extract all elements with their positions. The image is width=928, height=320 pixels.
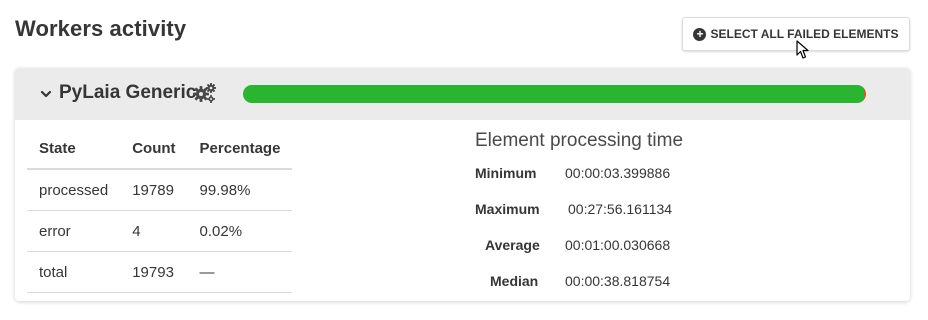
time-value: 00:00:03.399886	[565, 165, 671, 181]
column-header-count: Count	[120, 128, 188, 170]
worker-name: PyLaia Generic	[59, 82, 197, 103]
worker-card-header[interactable]: PyLaia Generic	[15, 68, 910, 120]
progress-processed-segment	[243, 85, 864, 103]
percentage-cell: 99.98%	[187, 169, 293, 211]
count-cell: 19793	[120, 251, 188, 293]
table-header-row: State Count Percentage	[27, 128, 293, 170]
column-header-state: State	[27, 128, 121, 170]
states-table: State Count Percentage processed 19789 9…	[27, 128, 293, 293]
chevron-down-icon[interactable]	[40, 88, 52, 100]
time-value: 00:01:00.030668	[565, 237, 671, 253]
time-value: 00:27:56.161134	[568, 201, 673, 217]
count-cell: 4	[120, 210, 188, 252]
column-header-percentage: Percentage	[187, 128, 293, 170]
count-cell: 19789	[120, 169, 188, 211]
percentage-cell: —	[187, 251, 293, 293]
table-row: error 4 0.02%	[27, 210, 293, 252]
state-cell: processed	[27, 169, 121, 211]
table-row: total 19793 —	[27, 251, 293, 293]
time-value: 00:00:38.818754	[565, 273, 671, 289]
time-label: Median	[490, 273, 539, 289]
time-label: Maximum	[475, 201, 540, 217]
plus-circle-icon: +	[693, 27, 707, 41]
table-row: processed 19789 99.98%	[27, 169, 293, 211]
time-label: Average	[485, 237, 540, 253]
select-all-failed-label: SELECT ALL FAILED ELEMENTS	[710, 27, 899, 41]
worker-progress-bar	[243, 85, 866, 103]
page-title: Workers activity	[15, 16, 187, 41]
gears-icon	[193, 83, 216, 103]
state-cell: total	[27, 251, 121, 293]
percentage-cell: 0.02%	[187, 210, 293, 252]
worker-card: PyLaia Generic State Count Percentage pr…	[15, 68, 910, 301]
mouse-cursor-icon	[796, 40, 809, 59]
time-label: Minimum	[475, 165, 537, 181]
processing-time-title: Element processing time	[475, 130, 684, 151]
progress-error-segment	[863, 85, 866, 103]
state-cell: error	[27, 210, 121, 252]
